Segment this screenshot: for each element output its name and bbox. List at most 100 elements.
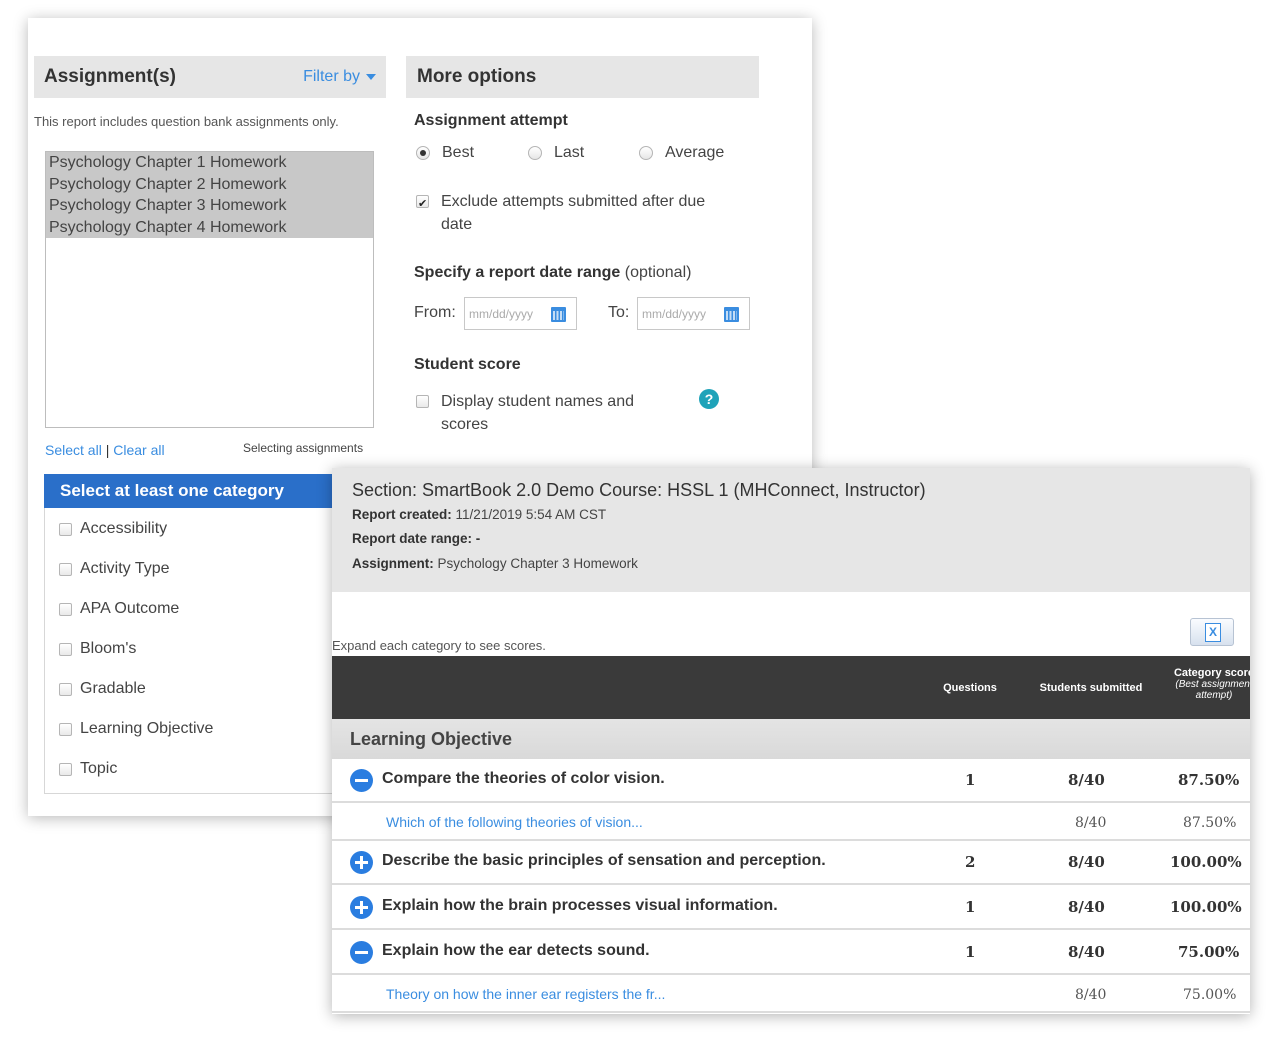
table-row: Which of the following theories of visio…	[332, 803, 1250, 841]
assignment-option[interactable]: Psychology Chapter 2 Homework	[46, 173, 373, 195]
question-link[interactable]: Which of the following theories of visio…	[386, 814, 643, 830]
expand-icon[interactable]	[350, 851, 373, 874]
category-score: 87.50%	[1183, 815, 1237, 831]
questions-count: 1	[965, 943, 976, 961]
more-options-header: More options	[406, 56, 759, 98]
checkbox[interactable]	[59, 602, 72, 616]
assignments-listbox[interactable]: Psychology Chapter 1 Homework Psychology…	[45, 151, 374, 428]
caret-down-icon	[366, 74, 376, 80]
radio-button[interactable]	[416, 146, 430, 160]
checkbox[interactable]	[59, 642, 72, 656]
selection-links: Select all | Clear all	[45, 442, 165, 458]
objective-text: Compare the theories of color vision.	[382, 770, 665, 787]
export-excel-button[interactable]: X	[1190, 618, 1234, 646]
date-range-title: Specify a report date range	[414, 264, 621, 281]
category-item-accessibility[interactable]: Accessibility	[59, 520, 167, 538]
checkbox[interactable]	[59, 722, 72, 736]
more-options-title: More options	[417, 66, 537, 87]
category-label: Bloom's	[80, 640, 137, 657]
help-icon[interactable]: ?	[699, 389, 719, 409]
category-score: 100.00%	[1170, 853, 1242, 871]
students-submitted: 8/40	[1075, 987, 1107, 1003]
collapse-icon[interactable]	[350, 941, 373, 964]
students-submitted: 8/40	[1068, 898, 1105, 916]
category-item-apa-outcome[interactable]: APA Outcome	[59, 600, 179, 618]
filter-by-dropdown[interactable]: Filter by	[303, 68, 376, 86]
calendar-icon[interactable]	[551, 307, 566, 322]
group-row: Learning Objective	[332, 719, 1250, 759]
date-placeholder: mm/dd/yyyy	[642, 306, 707, 321]
filter-by-label: Filter by	[303, 68, 360, 85]
report-created-value: 11/21/2019 5:54 AM CST	[455, 507, 607, 522]
link-separator: |	[105, 442, 110, 458]
category-item-gradable[interactable]: Gradable	[59, 680, 146, 698]
radio-button[interactable]	[639, 146, 653, 160]
category-item-learning-objective[interactable]: Learning Objective	[59, 720, 213, 738]
col-students-submitted: Students submitted	[1039, 682, 1143, 694]
col-category-score-label: Category score	[1173, 667, 1250, 679]
selection-caption: Selecting assignments	[243, 441, 364, 455]
table-row: Explain how the brain processes visual i…	[332, 886, 1250, 930]
category-score: 100.00%	[1170, 898, 1242, 916]
checkbox[interactable]	[59, 762, 72, 776]
radio-button[interactable]	[528, 146, 542, 160]
to-date-input[interactable]: mm/dd/yyyy	[637, 297, 750, 330]
display-names-checkbox[interactable]	[416, 395, 429, 408]
attempt-label: Assignment attempt	[414, 112, 568, 129]
radio-label: Average	[665, 144, 725, 161]
from-date-input[interactable]: mm/dd/yyyy	[464, 297, 577, 330]
category-label: Activity Type	[80, 560, 170, 577]
checkbox[interactable]	[59, 562, 72, 576]
to-label: To:	[608, 304, 630, 321]
col-questions: Questions	[943, 682, 997, 694]
assignment-option[interactable]: Psychology Chapter 4 Homework	[46, 216, 373, 238]
category-header: Select at least one category	[44, 474, 344, 508]
radio-label: Best	[442, 144, 475, 161]
category-score: 87.50%	[1178, 771, 1240, 789]
category-item-blooms[interactable]: Bloom's	[59, 640, 136, 658]
excel-icon: X	[1205, 623, 1221, 642]
students-submitted: 8/40	[1068, 943, 1105, 961]
clear-all-link[interactable]: Clear all	[113, 442, 164, 458]
questions-count: 1	[965, 771, 976, 789]
students-submitted: 8/40	[1075, 815, 1107, 831]
exclude-late-option[interactable]: Exclude attempts submitted after due dat…	[416, 190, 736, 236]
category-label: APA Outcome	[80, 600, 180, 617]
radio-label: Last	[554, 144, 585, 161]
report-panel: Section: SmartBook 2.0 Demo Course: HSSL…	[332, 468, 1250, 1014]
checkbox[interactable]	[59, 682, 72, 696]
collapse-icon[interactable]	[350, 769, 373, 792]
radio-last[interactable]: Last	[528, 144, 584, 162]
expand-icon[interactable]	[350, 896, 373, 919]
exclude-late-checkbox[interactable]	[416, 193, 429, 216]
report-section-title: Section: SmartBook 2.0 Demo Course: HSSL…	[352, 480, 926, 500]
report-header: Section: SmartBook 2.0 Demo Course: HSSL…	[332, 468, 1250, 592]
objective-text: Describe the basic principles of sensati…	[382, 852, 826, 869]
display-names-option[interactable]: Display student names and scores	[416, 390, 666, 436]
category-list: Accessibility Activity Type APA Outcome …	[44, 508, 344, 794]
col-category-score-sub: (Best assignment attempt)	[1175, 679, 1250, 701]
category-item-activity-type[interactable]: Activity Type	[59, 560, 170, 578]
report-date-range-value: -	[475, 531, 481, 546]
select-all-link[interactable]: Select all	[45, 442, 102, 458]
table-row: Compare the theories of color vision. 1 …	[332, 759, 1250, 803]
radio-best[interactable]: Best	[416, 144, 474, 162]
questions-count: 1	[965, 898, 976, 916]
student-score-label: Student score	[414, 356, 521, 373]
date-range-label: Specify a report date range (optional)	[414, 264, 691, 282]
category-label: Gradable	[80, 680, 146, 697]
radio-average[interactable]: Average	[639, 144, 724, 162]
report-date-range-label: Report date range:	[352, 531, 473, 546]
calendar-icon[interactable]	[724, 307, 739, 322]
category-label: Topic	[80, 760, 118, 777]
question-link[interactable]: Theory on how the inner ear registers th…	[386, 986, 665, 1002]
assignment-option[interactable]: Psychology Chapter 1 Homework	[46, 152, 373, 174]
checkbox[interactable]	[59, 522, 72, 536]
assignment-option[interactable]: Psychology Chapter 3 Homework	[46, 195, 373, 217]
table-row: Explain how the ear detects sound. 1 8/4…	[332, 931, 1250, 975]
category-label: Accessibility	[80, 520, 168, 537]
report-date-range: Report date range: -	[352, 531, 480, 546]
report-assignment: Assignment: Psychology Chapter 3 Homewor…	[352, 556, 638, 571]
assignments-note: This report includes question bank assig…	[34, 114, 339, 129]
category-item-topic[interactable]: Topic	[59, 760, 117, 778]
